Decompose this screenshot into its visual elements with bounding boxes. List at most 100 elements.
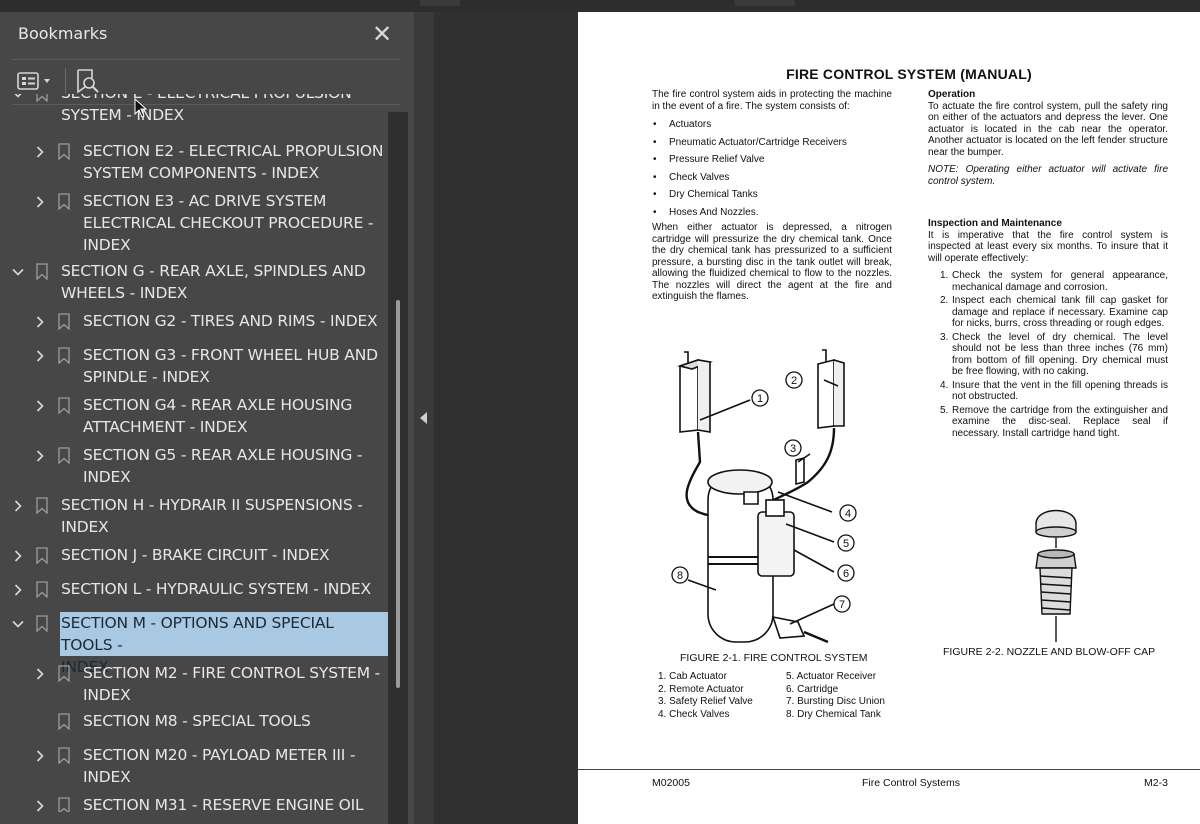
bookmark-label: SECTION G - REAR AXLE, SPINDLES AND WHEEL… [61, 260, 388, 304]
bookmark-item[interactable]: SECTION G2 - TIRES AND RIMS - INDEX [0, 310, 388, 332]
chevron-right-icon[interactable] [34, 316, 46, 328]
bookmark-item[interactable]: SECTION E - ELECTRICAL PROPULSION SYSTEM … [0, 94, 388, 126]
bookmark-label: SECTION G4 - REAR AXLE HOUSING ATTACHMENT… [83, 394, 388, 438]
inspection-step: 4. Insure that the vent in the fill openi… [928, 380, 1168, 403]
legend-item: 1. Cab Actuator [658, 671, 727, 682]
bookmark-label-line: SECTION G5 - REAR AXLE HOUSING - [83, 446, 363, 464]
bookmark-label: SECTION L - HYDRAULIC SYSTEM - INDEX [61, 578, 388, 600]
inspection-step: 2. Inspect each chemical tank fill cap ga… [928, 295, 1168, 330]
bookmark-item[interactable]: SECTION G4 - REAR AXLE HOUSING ATTACHMENT… [0, 394, 388, 438]
bookmark-item[interactable]: SECTION G - REAR AXLE, SPINDLES AND WHEEL… [0, 260, 388, 304]
component-list-item: Check Valves [652, 172, 892, 184]
chevron-right-icon[interactable] [34, 750, 46, 762]
inspection-steps: 1. Check the system for general appearanc… [928, 270, 1168, 439]
panel-title: Bookmarks [18, 24, 108, 43]
chevron-right-icon[interactable] [34, 668, 46, 680]
chevron-right-icon[interactable] [12, 584, 24, 596]
bookmark-item[interactable]: SECTION J - BRAKE CIRCUIT - INDEX [0, 544, 388, 566]
bookmark-icon [58, 747, 70, 764]
bookmark-icon [58, 665, 70, 682]
legend-item: 4. Check Valves [658, 708, 730, 720]
bookmark-label-line: SECTION M - OPTIONS AND SPECIAL TOOLS - [61, 614, 334, 654]
operation-heading: Operation [928, 89, 976, 100]
chevron-right-icon[interactable] [34, 400, 46, 412]
bookmark-icon [58, 397, 70, 414]
inspection-step: 3. Check the level of dry chemical. The l… [928, 332, 1168, 378]
bookmark-icon [36, 263, 48, 280]
bookmark-label: SECTION E - ELECTRICAL PROPULSION SYSTEM … [61, 94, 388, 126]
scrollbar-thumb[interactable] [396, 300, 400, 688]
bookmark-icon [58, 713, 70, 730]
bookmark-label: SECTION H - HYDRAIR II SUSPENSIONS - INDE… [61, 494, 388, 538]
chevron-right-icon[interactable] [34, 350, 46, 362]
inspection-paragraph: It is imperative that the fire control s… [928, 229, 1168, 264]
legend-item: 6. Cartridge [786, 683, 839, 695]
component-list-item: Dry Chemical Tanks [652, 189, 892, 201]
bookmark-item[interactable]: SECTION G3 - FRONT WHEEL HUB AND SPINDLE … [0, 344, 388, 388]
bookmark-item[interactable]: SECTION H - HYDRAIR II SUSPENSIONS - INDE… [0, 494, 388, 538]
bookmark-item[interactable]: SECTION G5 - REAR AXLE HOUSING - INDEX [0, 444, 388, 488]
bookmark-label-line: INDEX [83, 686, 131, 704]
find-bookmark-button[interactable] [74, 68, 102, 94]
bookmark-label-line: SECTION G4 - REAR AXLE HOUSING [83, 396, 353, 414]
bookmark-label-line: SYSTEM COMPONENTS - INDEX [83, 164, 319, 182]
bookmark-icon [36, 497, 48, 514]
bookmark-icon [58, 143, 70, 160]
close-panel-button[interactable]: ✕ [368, 20, 396, 48]
legend-item: 3. Safety Relief Valve [658, 696, 753, 707]
collapse-panel-icon[interactable] [420, 412, 428, 424]
bookmark-item[interactable]: SECTION M8 - SPECIAL TOOLS [0, 710, 388, 732]
bookmark-item[interactable]: SECTION M - OPTIONS AND SPECIAL TOOLS -I… [0, 612, 388, 676]
callout-2: 2 [791, 375, 797, 387]
step-text: Remove the cartridge from the extinguish… [952, 404, 1168, 439]
bookmark-label-line: SECTION G3 - FRONT WHEEL HUB AND [83, 346, 378, 364]
bookmark-label: SECTION G3 - FRONT WHEEL HUB AND SPINDLE … [83, 344, 388, 388]
legend-item: 8. Dry Chemical Tank [786, 708, 881, 720]
callout-8: 8 [677, 570, 683, 582]
bookmark-label-line: SECTION H - HYDRAIR II SUSPENSIONS - [61, 496, 363, 514]
legend-item: 2. Remote Actuator [658, 683, 744, 695]
bookmark-label-line: SYSTEM - INDEX [61, 106, 184, 124]
step-text: Check the level of dry chemical. The lev… [952, 331, 1168, 378]
bookmark-label-line: SECTION M2 - FIRE CONTROL SYSTEM - [83, 664, 380, 682]
bookmark-label: SECTION E3 - AC DRIVE SYSTEM ELECTRICAL C… [83, 190, 388, 256]
bookmark-label-line: SECTION M31 - RESERVE ENGINE OIL [83, 796, 364, 812]
bookmark-icon [58, 193, 70, 210]
chevron-right-icon[interactable] [34, 196, 46, 208]
bookmark-label: SECTION M20 - PAYLOAD METER III - INDEX [83, 744, 388, 788]
bookmark-icon [58, 347, 70, 364]
bookmark-item[interactable]: SECTION M31 - RESERVE ENGINE OIL [0, 794, 388, 812]
bookmark-label: SECTION E2 - ELECTRICAL PROPULSION SYSTEM… [83, 140, 388, 184]
chevron-right-icon[interactable] [12, 550, 24, 562]
bookmark-label-line: SECTION E - ELECTRICAL PROPULSION [61, 94, 388, 104]
component-list-item: Pneumatic Actuator/Cartridge Receivers [652, 137, 892, 149]
bookmark-item[interactable]: SECTION L - HYDRAULIC SYSTEM - INDEX [0, 578, 388, 600]
step-number: 3. [940, 331, 949, 343]
component-list-item: Pressure Relief Valve [652, 154, 892, 166]
bookmark-label-line: ATTACHMENT - INDEX [83, 418, 248, 436]
bookmark-icon [36, 581, 48, 598]
bookmark-options-button[interactable] [16, 68, 56, 94]
chevron-right-icon[interactable] [12, 500, 24, 512]
page-title: FIRE CONTROL SYSTEM (MANUAL) [786, 66, 1032, 82]
bookmark-item[interactable]: SECTION E2 - ELECTRICAL PROPULSION SYSTEM… [0, 140, 388, 184]
bookmark-label-line: ELECTRICAL CHECKOUT PROCEDURE - [83, 214, 374, 232]
bookmark-label-line: SECTION E2 - ELECTRICAL PROPULSION [83, 142, 384, 160]
bookmark-item[interactable]: SECTION M20 - PAYLOAD METER III - INDEX [0, 744, 388, 788]
bookmark-label-line: WHEELS - INDEX [61, 284, 188, 302]
toolbar-separator [65, 68, 66, 94]
bookmark-label: SECTION J - BRAKE CIRCUIT - INDEX [61, 544, 388, 566]
bookmark-icon [58, 447, 70, 464]
bookmark-label-line: INDEX [83, 236, 131, 254]
figure-1-caption: FIGURE 2-1. FIRE CONTROL SYSTEM [680, 652, 868, 664]
chevron-right-icon[interactable] [34, 800, 46, 812]
chevron-down-icon[interactable] [12, 94, 24, 100]
chevron-right-icon[interactable] [34, 146, 46, 158]
component-list-item: Hoses And Nozzles. [652, 207, 892, 219]
bookmark-item[interactable]: SECTION E3 - AC DRIVE SYSTEM ELECTRICAL C… [0, 190, 388, 256]
chevron-down-icon[interactable] [12, 618, 24, 630]
chevron-down-icon[interactable] [12, 266, 24, 278]
chevron-right-icon[interactable] [34, 450, 46, 462]
bookmark-item[interactable]: SECTION M2 - FIRE CONTROL SYSTEM - INDEX [0, 662, 388, 706]
bookmark-label-line: SECTION G2 - TIRES AND RIMS - INDEX [83, 312, 378, 330]
